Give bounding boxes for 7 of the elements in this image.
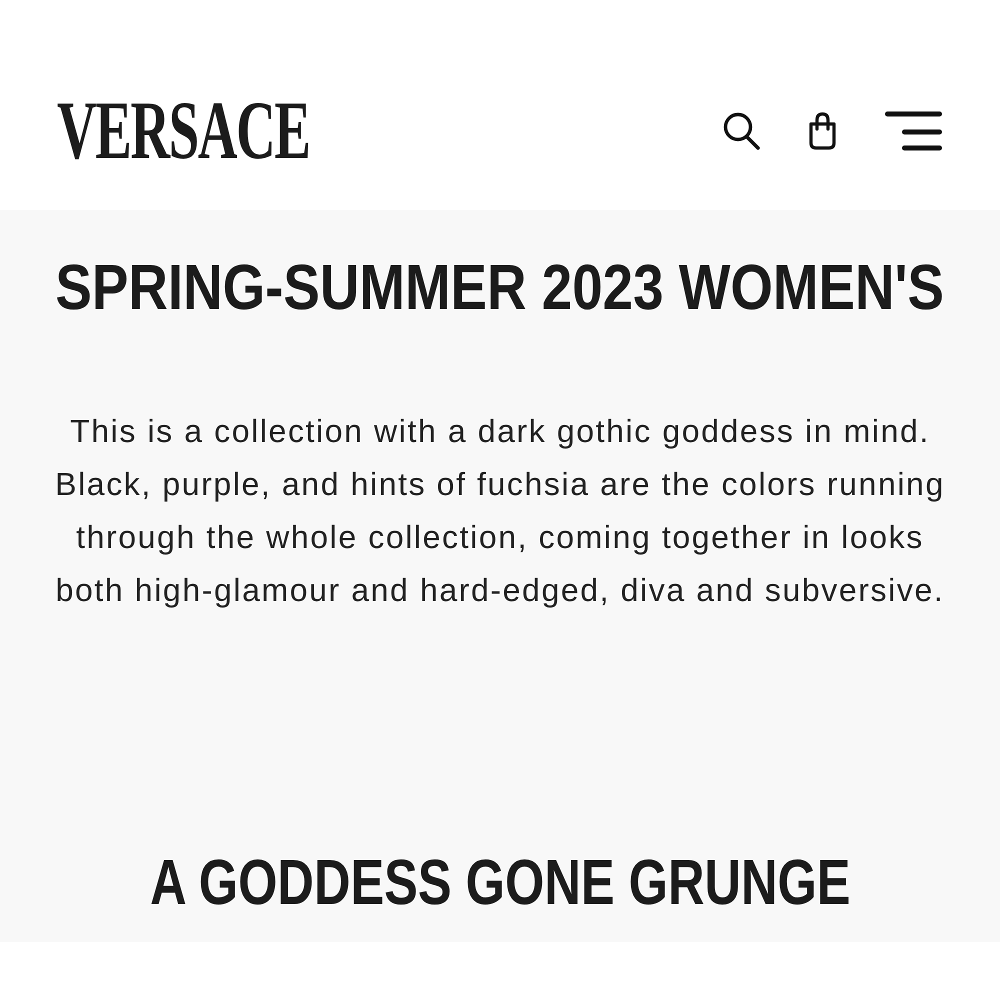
shopping-bag-icon[interactable] [808,112,837,150]
section-title: A GODDESS GONE GRUNGE [150,849,850,915]
versace-logo[interactable]: VERSACE [57,92,310,168]
collection-description: This is a collection with a dark gothic goddess in mind. Black, purple, and hints of fuchsia are the colors running through the whole collection, coming together in looks both high-glamour and hard-edged, diva and subversive. [54,412,946,610]
menu-icon[interactable] [885,111,942,151]
search-icon[interactable] [723,112,760,150]
collection-title: SPRING-SUMMER 2023 WOMEN'S [56,254,944,320]
